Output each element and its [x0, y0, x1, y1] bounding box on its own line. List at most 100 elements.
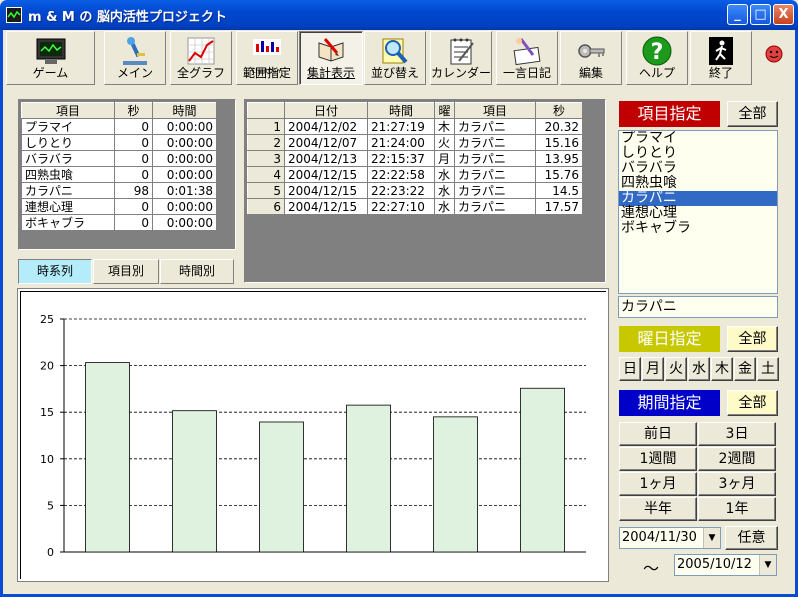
toolbar-range-button[interactable]: ChartDem 範囲指定: [236, 31, 298, 85]
day-filter-header[interactable]: 曜日指定: [619, 326, 720, 352]
summary-row[interactable]: 連想心理 0 0:00:00: [21, 198, 217, 215]
day-button-mon[interactable]: 月: [642, 357, 664, 381]
column-header-time[interactable]: 時間: [367, 102, 435, 119]
toolbar-label: 集計表示: [306, 66, 355, 80]
records-header-row: 日付 時間 曜 項目 秒: [247, 102, 583, 119]
summary-cell-time: 0:00:00: [152, 198, 217, 215]
bar-1: [85, 362, 130, 553]
day-all-button[interactable]: 全部: [727, 326, 778, 352]
record-row[interactable]: 1 2004/12/02 21:27:19 木カラパニ 20.32: [247, 118, 583, 135]
toolbar-sort-button[interactable]: 並び替え: [364, 31, 426, 85]
key-icon: [578, 44, 605, 58]
summary-row[interactable]: カラパニ 98 0:01:38: [21, 182, 217, 199]
period-1year-button[interactable]: 1年: [698, 497, 776, 521]
tab-timeseries[interactable]: 時系列: [18, 259, 92, 284]
period-prev-day-button[interactable]: 前日: [619, 422, 697, 446]
toolbar-label: 全グラフ: [176, 66, 225, 80]
item-list-option[interactable]: ボキャブラ: [619, 221, 777, 236]
bar-4: [346, 404, 391, 553]
record-row[interactable]: 5 2004/12/15 22:23:22 水カラパニ 14.5: [247, 182, 583, 199]
tab-by-item[interactable]: 項目別: [93, 259, 159, 284]
chevron-down-icon[interactable]: ▼: [759, 555, 776, 575]
toolbar-help-button[interactable]: ? ヘルプ: [626, 31, 688, 85]
column-header-date[interactable]: 日付: [284, 102, 368, 119]
item-filter-header[interactable]: 項目指定: [619, 101, 720, 127]
item-list-option[interactable]: バラバラ: [619, 161, 777, 176]
day-button-thu[interactable]: 木: [711, 357, 733, 381]
column-header-time[interactable]: 時間: [152, 102, 217, 119]
notepad-icon: [450, 38, 474, 65]
item-all-button[interactable]: 全部: [727, 101, 778, 127]
record-row[interactable]: 4 2004/12/15 22:22:58 水カラパニ 15.76: [247, 166, 583, 183]
maximize-button[interactable]: □: [750, 4, 771, 25]
summary-row[interactable]: 四熟虫喰 0 0:00:00: [21, 166, 217, 183]
item-list-option[interactable]: しりとり: [619, 146, 777, 161]
smiley-face-icon: [765, 45, 783, 63]
record-cell-item: カラパニ: [454, 166, 536, 183]
period-all-button[interactable]: 全部: [727, 390, 778, 416]
column-header-seconds[interactable]: 秒: [114, 102, 153, 119]
record-row[interactable]: 2 2004/12/07 21:24:00 火カラパニ 15.16: [247, 134, 583, 151]
summary-row[interactable]: ボキャブラ 0 0:00:00: [21, 214, 217, 231]
column-header-weekday[interactable]: 曜: [434, 102, 455, 119]
toolbar-summary-button[interactable]: 集計表示: [299, 31, 363, 85]
toolbar-game-button[interactable]: ゲーム: [6, 31, 95, 85]
period-from-value: 2004/11/30: [622, 530, 697, 545]
item-list-option[interactable]: カラパニ: [619, 191, 777, 206]
record-cell-date: 2004/12/07: [284, 134, 368, 151]
summary-cell-item: しりとり: [21, 134, 115, 151]
column-header-item[interactable]: 項目: [21, 102, 115, 119]
day-button-sat[interactable]: 土: [757, 357, 779, 381]
record-cell-seconds: 15.16: [535, 134, 583, 151]
item-list-option[interactable]: 四熟虫喰: [619, 176, 777, 191]
day-button-sun[interactable]: 日: [619, 357, 641, 381]
summary-cell-seconds: 0: [114, 118, 153, 135]
summary-row[interactable]: バラバラ 0 0:00:00: [21, 150, 217, 167]
column-header-seconds[interactable]: 秒: [535, 102, 583, 119]
day-button-fri[interactable]: 金: [734, 357, 756, 381]
record-row[interactable]: 3 2004/12/13 22:15:37 月カラパニ 13.95: [247, 150, 583, 167]
toolbar-label: メイン: [116, 66, 153, 80]
column-header-rownum[interactable]: [247, 102, 285, 119]
summary-table: 項目 秒 時間 プラマイ 0 0:00:00 しりとり 0 0:00:00 バラバラ 0 0:0…: [21, 102, 217, 231]
record-row[interactable]: 6 2004/12/15 22:27:10 水カラパニ 17.57: [247, 198, 583, 215]
item-list-option[interactable]: 連想心理: [619, 206, 777, 221]
y-tick-label: 5: [47, 499, 54, 512]
record-cell-rownum: 5: [247, 182, 285, 199]
toolbar-allgraph-button[interactable]: 全グラフ: [170, 31, 232, 85]
writing-book-icon: [318, 38, 344, 62]
period-filter-header[interactable]: 期間指定: [619, 390, 720, 416]
period-halfyear-button[interactable]: 半年: [619, 497, 697, 521]
day-button-wed[interactable]: 水: [688, 357, 710, 381]
item-list-option[interactable]: プラマイ: [619, 131, 777, 146]
toolbar-edit-button[interactable]: 編集: [560, 31, 622, 85]
record-cell-time: 22:22:58: [367, 166, 435, 183]
summary-row[interactable]: しりとり 0 0:00:00: [21, 134, 217, 151]
column-header-item[interactable]: 項目: [454, 102, 536, 119]
toolbar-diary-button[interactable]: 一言日記: [496, 31, 558, 85]
period-1month-button[interactable]: 1ヶ月: [619, 472, 697, 496]
toolbar-calendar-button[interactable]: カレンダー: [430, 31, 492, 85]
close-button[interactable]: X: [773, 4, 794, 25]
record-cell-seconds: 14.5: [535, 182, 583, 199]
period-from-combo[interactable]: 2004/11/30 ▼: [619, 527, 721, 549]
toolbar-main-button[interactable]: メイン: [104, 31, 166, 85]
day-button-tue[interactable]: 火: [665, 357, 687, 381]
period-3months-button[interactable]: 3ヶ月: [698, 472, 776, 496]
minimize-button[interactable]: _: [727, 4, 748, 25]
summary-cell-time: 0:00:00: [152, 166, 217, 183]
period-2weeks-button[interactable]: 2週間: [698, 447, 776, 471]
period-3days-button[interactable]: 3日: [698, 422, 776, 446]
summary-table-panel: 項目 秒 時間 プラマイ 0 0:00:00 しりとり 0 0:00:00 バラバラ 0 0:0…: [18, 99, 236, 250]
period-1week-button[interactable]: 1週間: [619, 447, 697, 471]
summary-row[interactable]: プラマイ 0 0:00:00: [21, 118, 217, 135]
chevron-down-icon[interactable]: ▼: [703, 528, 720, 548]
period-arbitrary-button[interactable]: 任意: [725, 526, 778, 550]
svg-text:?: ?: [651, 40, 664, 65]
period-to-combo[interactable]: 2005/10/12 ▼: [674, 554, 777, 576]
summary-cell-seconds: 0: [114, 166, 153, 183]
toolbar-exit-button[interactable]: 終了: [690, 31, 752, 85]
tab-by-time[interactable]: 時間別: [160, 259, 234, 284]
item-listbox[interactable]: プラマイ しりとり バラバラ 四熟虫喰 カラパニ 連想心理 ボキャブラ: [618, 130, 778, 294]
item-selected-field[interactable]: カラパニ: [618, 296, 778, 318]
